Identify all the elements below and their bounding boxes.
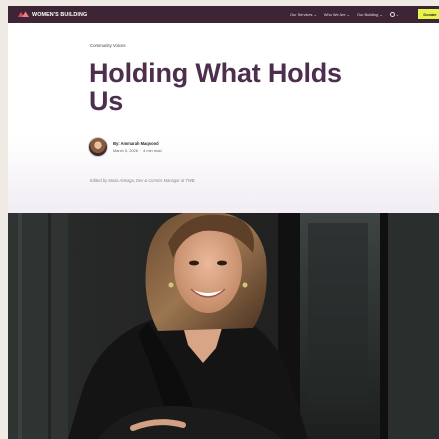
globe-icon bbox=[389, 12, 395, 17]
chevron-down-icon: ⌄ bbox=[395, 12, 399, 17]
meta-separator: · bbox=[139, 148, 142, 153]
nav-link-our-building[interactable]: Our Building ⌄ bbox=[357, 12, 383, 17]
article-title: Holding What Holds Us bbox=[89, 58, 342, 116]
author-name[interactable]: By: Ammarah Maqsood bbox=[113, 141, 162, 146]
nav-link-our-services[interactable]: Our Services ⌄ bbox=[290, 12, 317, 17]
read-time: 4 min read bbox=[143, 148, 162, 153]
language-selector[interactable]: ⌄ bbox=[389, 12, 399, 17]
nav-links: Our Services ⌄ Who We Are ⌄ Our Building… bbox=[290, 6, 399, 23]
top-nav: WOMEN'S BUILDING Our Services ⌄ Who We A… bbox=[8, 6, 439, 23]
page: WOMEN'S BUILDING Our Services ⌄ Who We A… bbox=[8, 6, 439, 439]
article-header: Community Voices Holding What Holds Us B… bbox=[8, 23, 439, 213]
article-category[interactable]: Community Voices bbox=[90, 43, 126, 48]
hero-image bbox=[8, 213, 439, 439]
nav-link-who-we-are[interactable]: Who We Are ⌄ bbox=[324, 12, 350, 17]
avatar bbox=[88, 137, 108, 157]
site-logo[interactable]: WOMEN'S BUILDING bbox=[17, 11, 87, 18]
donate-button[interactable]: Donate bbox=[418, 9, 439, 19]
publish-date: March 5, 2026 bbox=[113, 148, 138, 153]
byline-meta: March 5, 2026 · 4 min read bbox=[113, 148, 162, 153]
logo-text: WOMEN'S BUILDING bbox=[32, 11, 88, 18]
wb-logo-icon bbox=[17, 11, 30, 18]
byline-text: By: Ammarah Maqsood March 5, 2026 · 4 mi… bbox=[113, 141, 162, 153]
editor-note: Edited by Maria Arteaga, Dev & Comms Man… bbox=[90, 178, 195, 183]
byline: By: Ammarah Maqsood March 5, 2026 · 4 mi… bbox=[88, 137, 162, 157]
